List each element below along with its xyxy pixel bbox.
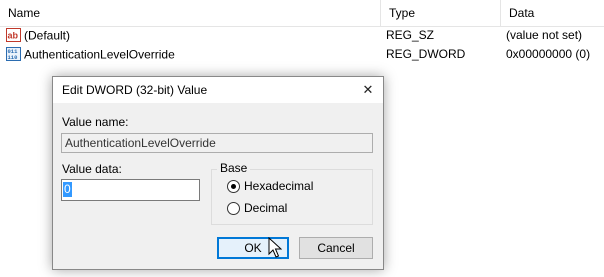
value-data: (value not set)	[506, 28, 583, 42]
value-data: 0x00000000 (0)	[506, 47, 591, 61]
radio-decimal[interactable]	[227, 202, 240, 215]
value-name: AuthenticationLevelOverride	[24, 47, 175, 62]
radio-decimal-label[interactable]: Decimal	[244, 201, 287, 215]
value-name-label: Value name:	[62, 115, 129, 129]
value-data-label: Value data:	[62, 162, 122, 176]
value-name-field: AuthenticationLevelOverride	[61, 133, 373, 153]
value-name: (Default)	[24, 28, 71, 43]
edit-dword-dialog: Edit DWORD (32-bit) Value ✕ Value name: …	[52, 76, 384, 270]
binary-value-icon: 011 110	[6, 46, 21, 61]
dialog-titlebar[interactable]: Edit DWORD (32-bit) Value ✕	[53, 77, 383, 103]
string-value-icon: ab	[6, 27, 21, 42]
dialog-title: Edit DWORD (32-bit) Value	[62, 83, 208, 97]
base-label: Base	[217, 161, 251, 175]
close-icon[interactable]: ✕	[359, 81, 377, 99]
mouse-cursor-icon	[268, 237, 282, 258]
list-item[interactable]: 011 110 AuthenticationLevelOverride REG_…	[0, 45, 604, 64]
value-data-selected-text: 0	[63, 182, 72, 197]
list-item[interactable]: ab (Default) REG_SZ (value not set)	[0, 26, 604, 45]
value-data-input[interactable]	[61, 179, 200, 201]
list-header: Name Type Data	[0, 0, 604, 27]
svg-text:ab: ab	[8, 30, 19, 40]
svg-text:110: 110	[8, 54, 18, 61]
value-type: REG_SZ	[386, 28, 435, 42]
radio-hexadecimal[interactable]	[227, 180, 240, 193]
radio-hexadecimal-label[interactable]: Hexadecimal	[244, 179, 313, 193]
value-type: REG_DWORD	[386, 47, 466, 61]
cancel-button[interactable]: Cancel	[299, 237, 373, 259]
column-header-type[interactable]: Type	[380, 0, 500, 26]
column-header-name[interactable]: Name	[0, 0, 380, 26]
column-header-data[interactable]: Data	[500, 0, 604, 26]
base-groupbox	[211, 169, 373, 225]
